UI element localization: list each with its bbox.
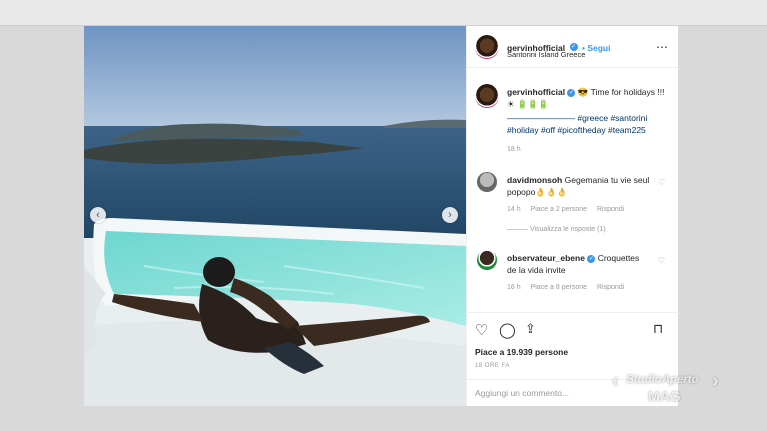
comment-meta: 16 h Piace a 8 persone Rispondi xyxy=(507,282,679,294)
comment-1: davidmonsoh Gegemania tu vie seul popopo… xyxy=(507,174,657,198)
reply-button[interactable]: Rispondi xyxy=(597,206,624,213)
watermark-chevron-left-icon: ‹ xyxy=(612,370,619,392)
caption-hashtags-line1[interactable]: ———————— #greece #santorini xyxy=(507,112,667,124)
watermark-chevron-right-icon: › xyxy=(712,370,719,392)
commenter-avatar[interactable] xyxy=(477,250,497,270)
caption-username[interactable]: gervinhofficial xyxy=(507,87,565,97)
chevron-left-icon[interactable]: ‹ xyxy=(90,207,106,223)
chevron-right-icon[interactable]: › xyxy=(442,207,458,223)
watermark-line1: StudioAperto xyxy=(626,372,699,386)
comment-username[interactable]: observateur_ebene xyxy=(507,253,585,263)
bookmark-icon[interactable]: ⊓ xyxy=(653,321,663,337)
more-icon[interactable]: ⋯ xyxy=(656,40,669,54)
post-side-panel: gervinhofficial ✓ • Segui Santorini Isla… xyxy=(466,26,679,406)
verified-icon: ✓ xyxy=(587,254,596,263)
caption-time: 18 h xyxy=(507,146,521,153)
caption-avatar[interactable] xyxy=(475,84,499,108)
follow-button[interactable]: • Segui xyxy=(582,43,610,53)
commenter-avatar[interactable] xyxy=(477,172,497,192)
comment-like-icon[interactable]: ♡ xyxy=(658,256,665,265)
comment-likes[interactable]: Piace a 2 persone xyxy=(531,206,587,213)
avatar[interactable] xyxy=(475,35,499,59)
view-replies-button[interactable]: ——— Visualizza le risposte (1) xyxy=(507,224,679,236)
comment-time: 14 h xyxy=(507,206,521,213)
watermark-line2: MAG xyxy=(648,388,681,404)
comment-icon[interactable]: ◯ xyxy=(499,321,516,339)
comment-meta: 14 h Piace a 2 persone Rispondi xyxy=(507,204,679,216)
heart-icon[interactable]: ♡ xyxy=(475,321,488,339)
comments-list: gervinhofficial ✓ 😎 Time for holidays !!… xyxy=(467,68,679,312)
share-icon[interactable]: ⇪ xyxy=(525,321,536,337)
reply-button[interactable]: Rispondi xyxy=(597,284,624,291)
likes-count[interactable]: Piace a 19.939 persone xyxy=(475,347,568,357)
comment-likes[interactable]: Piace a 8 persone xyxy=(531,284,587,291)
caption-hashtags-line2[interactable]: #holiday #off #picoftheday #team225 xyxy=(507,124,667,136)
browser-top-bar xyxy=(0,0,767,26)
post-header: gervinhofficial ✓ • Segui Santorini Isla… xyxy=(467,26,679,68)
studioaperto-watermark-logo: ‹ StudioAperto MAG › xyxy=(612,366,726,410)
caption: gervinhofficial ✓ 😎 Time for holidays !!… xyxy=(507,86,667,110)
post-time: 18 ORE FA xyxy=(475,363,510,369)
location-link[interactable]: Santorini Island Greece xyxy=(507,50,585,59)
photo-illustration xyxy=(84,26,466,406)
comment-time: 16 h xyxy=(507,284,521,291)
instagram-post-modal: ‹ › gervinhofficial ✓ • Segui Santorini … xyxy=(84,26,679,406)
comment-username[interactable]: davidmonsoh xyxy=(507,175,562,185)
comment-2: observateur_ebene ✓ Croquettes de la vid… xyxy=(507,252,647,276)
verified-icon: ✓ xyxy=(567,88,576,97)
comment-like-icon[interactable]: ♡ xyxy=(658,178,665,187)
post-photo[interactable]: ‹ › xyxy=(84,26,466,406)
